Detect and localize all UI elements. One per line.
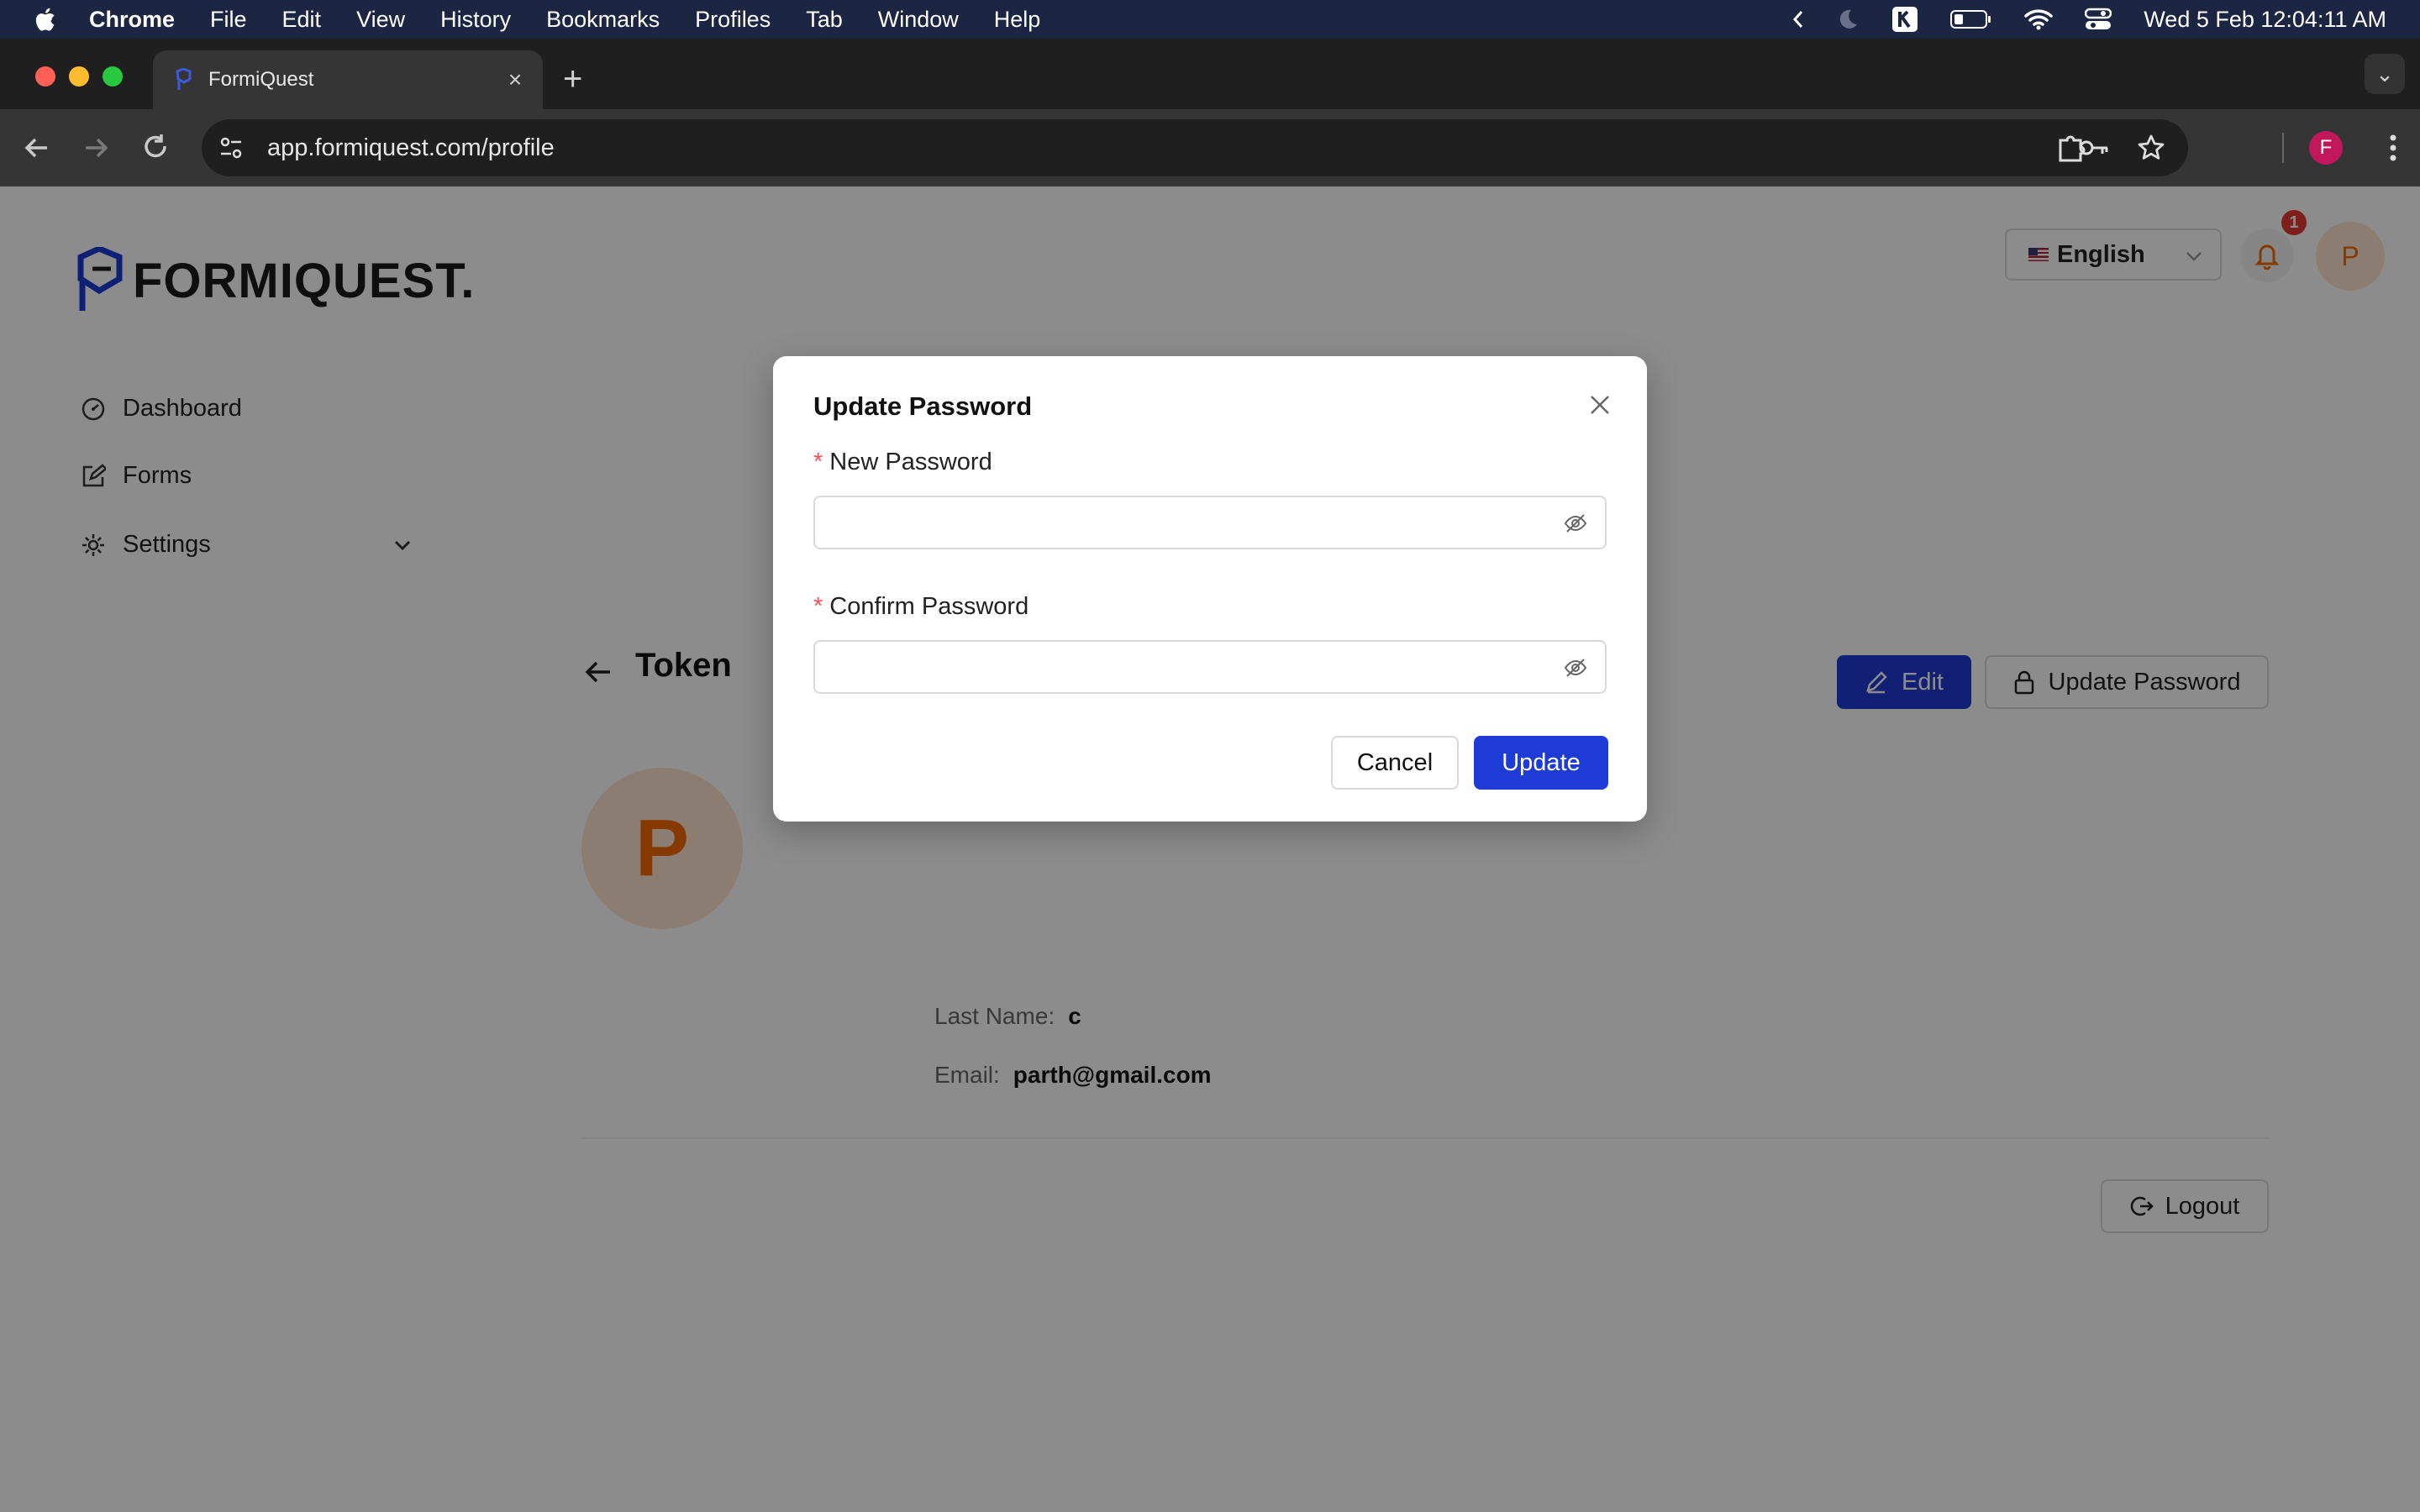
menu-file[interactable]: File	[210, 7, 247, 33]
browser-tab-active[interactable]: FormiQuest ×	[153, 50, 543, 109]
reload-icon[interactable]	[136, 128, 176, 168]
window-maximize-button[interactable]	[103, 66, 123, 87]
browser-toolbar: app.formiquest.com/profile F	[0, 109, 2420, 186]
chevron-left-icon[interactable]	[1792, 9, 1804, 29]
cancel-button[interactable]: Cancel	[1331, 736, 1459, 790]
confirm-password-field[interactable]	[813, 640, 1607, 694]
moon-icon[interactable]	[1836, 8, 1860, 31]
browser-tab-strip: FormiQuest × + ⌄	[0, 39, 2420, 109]
confirm-password-input[interactable]	[815, 642, 1538, 692]
required-mark: *	[813, 593, 823, 620]
macos-menu-bar: Chrome File Edit View History Bookmarks …	[0, 0, 2420, 39]
formiquest-favicon-icon	[176, 68, 192, 90]
menu-edit[interactable]: Edit	[282, 7, 322, 33]
toolbar-divider	[2282, 133, 2284, 163]
menu-app-name[interactable]: Chrome	[89, 7, 175, 33]
menu-history[interactable]: History	[440, 7, 511, 33]
status-area: Wed 5 Feb 12:04:11 AM	[1792, 0, 2386, 39]
window-minimize-button[interactable]	[69, 66, 89, 87]
close-icon[interactable]	[1585, 390, 1615, 420]
keyboard-k-icon[interactable]	[1891, 6, 1918, 33]
update-button[interactable]: Update	[1474, 736, 1608, 790]
control-center-icon[interactable]	[2085, 8, 2112, 31]
site-info-icon[interactable]	[217, 134, 245, 162]
bookmark-star-icon[interactable]	[2136, 133, 2166, 163]
confirm-password-label: * Confirm Password	[813, 593, 1029, 620]
tab-search-icon[interactable]: ⌄	[2365, 54, 2405, 94]
new-password-label: * New Password	[813, 449, 992, 475]
address-bar[interactable]: app.formiquest.com/profile	[202, 119, 2188, 176]
modal-title: Update Password	[813, 391, 1033, 421]
tab-close-icon[interactable]: ×	[502, 67, 528, 92]
window-close-button[interactable]	[35, 66, 55, 87]
more-menu-icon[interactable]	[2388, 133, 2398, 163]
eye-invisible-icon[interactable]	[1563, 511, 1588, 536]
tab-title: FormiQuest	[208, 68, 314, 91]
extensions-icon[interactable]	[2055, 132, 2087, 164]
new-password-field[interactable]	[813, 496, 1607, 549]
menu-window[interactable]: Window	[878, 7, 959, 33]
new-password-input[interactable]	[815, 497, 1538, 548]
menu-bookmarks[interactable]: Bookmarks	[546, 7, 660, 33]
back-arrow-icon[interactable]	[17, 128, 57, 168]
browser-profile-avatar[interactable]: F	[2309, 131, 2343, 165]
new-tab-icon[interactable]: +	[563, 62, 582, 96]
menu-view[interactable]: View	[356, 7, 405, 33]
required-mark: *	[813, 449, 823, 475]
url-text: app.formiquest.com/profile	[267, 134, 555, 161]
forward-arrow-icon[interactable]	[76, 128, 116, 168]
menu-profiles[interactable]: Profiles	[695, 7, 771, 33]
clock-text: Wed 5 Feb 12:04:11 AM	[2144, 6, 2386, 32]
menu-help[interactable]: Help	[994, 7, 1041, 33]
eye-invisible-icon[interactable]	[1563, 655, 1588, 680]
wifi-icon[interactable]	[2024, 8, 2054, 30]
apple-icon[interactable]	[34, 7, 55, 32]
update-password-modal: Update Password * New Password * Confirm P…	[773, 356, 1647, 822]
menu-tab[interactable]: Tab	[806, 7, 843, 33]
battery-icon	[1950, 10, 1991, 29]
